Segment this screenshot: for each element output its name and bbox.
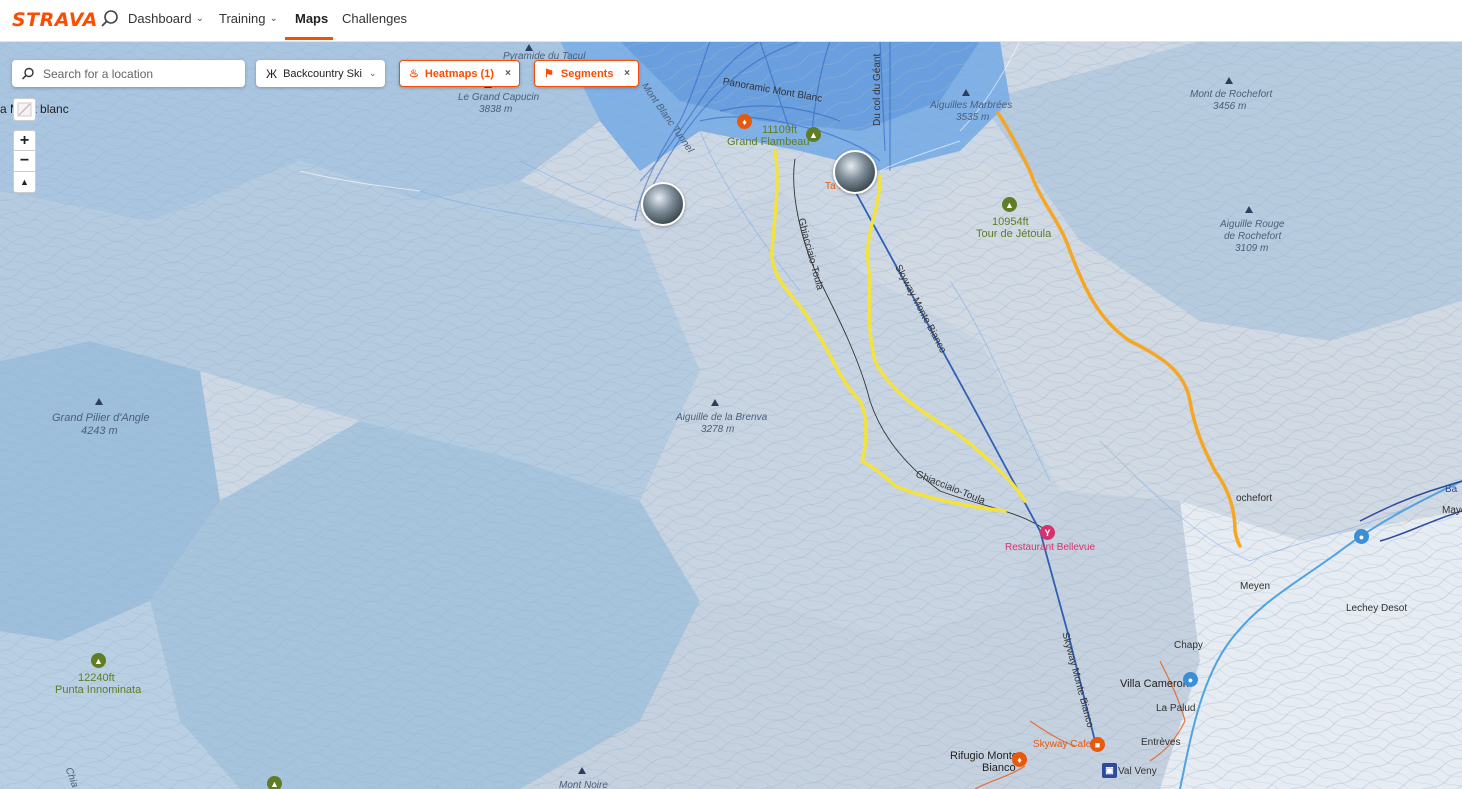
place-label-col-geant: Du col du Géant <box>872 53 883 126</box>
place-label-rochefort: ochefort <box>1236 493 1273 504</box>
elevation-punta-innominata: 12240ft <box>78 672 115 684</box>
close-icon[interactable]: × <box>624 68 630 79</box>
segments-label: Segments <box>560 67 614 80</box>
poi-label-restaurant-bellevue: Restaurant Bellevue <box>1005 542 1096 553</box>
place-label-entreves: Entrèves <box>1141 737 1181 748</box>
nav-dashboard[interactable]: Dashboard ⌄ <box>128 11 204 26</box>
location-search[interactable] <box>12 60 245 87</box>
place-label-aiguilles-marbrees: Aiguilles Marbrées <box>930 100 1013 111</box>
summit-icon[interactable]: ▲ <box>806 127 821 142</box>
top-navigation: STRAVA Dashboard ⌄ Training ⌄ Maps Chall… <box>0 0 1462 42</box>
peak-icon <box>1245 206 1253 213</box>
place-label-mayen: Mayen <box>1442 505 1462 516</box>
chevron-down-icon: ⌄ <box>195 13 204 24</box>
layers-icon <box>17 102 32 117</box>
cafe-icon[interactable]: ■ <box>1090 737 1105 752</box>
ski-icon: Ж <box>266 66 278 81</box>
elevation-grand-capucin: 3838 m <box>479 104 513 115</box>
hut-icon[interactable]: ♦ <box>737 114 752 129</box>
photo-thumbnail[interactable] <box>641 182 685 226</box>
place-label-meyen: Meyen <box>1240 581 1271 592</box>
peak-icon <box>578 767 586 774</box>
search-input[interactable] <box>41 65 235 82</box>
elevation-aiguille-rouge: 3109 m <box>1235 243 1269 254</box>
place-label-aiguille-rouge: Aiguille Rouge <box>1220 219 1285 230</box>
bus-stop-icon[interactable]: ▣ <box>1102 763 1117 778</box>
water-icon[interactable]: ● <box>1183 672 1198 687</box>
peak-icon <box>95 398 103 405</box>
close-icon[interactable]: × <box>505 68 511 79</box>
water-icon[interactable]: ● <box>1354 529 1369 544</box>
nav-maps-label: Maps <box>295 11 329 26</box>
place-label-villa-cameron: Villa Cameron <box>1120 678 1189 690</box>
nav-challenges[interactable]: Challenges <box>342 11 407 26</box>
place-label-lechey-desot: Lechey Desot <box>1346 603 1408 614</box>
compass-button[interactable]: ▲ <box>13 172 36 193</box>
elevation-grand-pilier: 4243 m <box>81 425 118 437</box>
place-label-de-rochefort: de Rochefort <box>1224 231 1282 242</box>
segments-filter[interactable]: ⚑ Segments × <box>534 60 639 87</box>
place-label-tour-de-jetoula: Tour de Jétoula <box>976 228 1052 240</box>
place-label-mont-noire: Mont Noire <box>559 780 608 789</box>
nav-dashboard-label: Dashboard <box>128 11 192 26</box>
sport-filter-dropdown[interactable]: Ж Backcountry Ski ⌄ <box>256 60 385 87</box>
zoom-in-button[interactable]: + <box>13 130 36 151</box>
poi-label-skyway-cafe: Skyway Cafe <box>1033 739 1092 750</box>
peak-icon <box>1225 77 1233 84</box>
peak-icon <box>525 44 533 51</box>
place-label-punta-innominata: Punta Innominata <box>55 684 142 696</box>
peak-icon <box>711 399 719 406</box>
summit-icon[interactable]: ▲ <box>267 776 282 789</box>
active-tab-indicator <box>285 37 333 40</box>
place-label-chapy: Chapy <box>1174 640 1203 651</box>
sport-filter-label: Backcountry Ski <box>283 67 362 80</box>
heatmap-icon: ♨ <box>409 68 419 80</box>
summit-icon[interactable]: ▲ <box>91 653 106 668</box>
heatmaps-label: Heatmaps (1) <box>424 67 494 80</box>
place-label-rifugio-1: Rifugio Monte <box>950 750 1018 762</box>
heatmaps-filter[interactable]: ♨ Heatmaps (1) × <box>399 60 520 87</box>
strava-logo[interactable]: STRAVA <box>12 9 98 31</box>
search-icon[interactable] <box>100 9 120 29</box>
restaurant-icon[interactable]: Y <box>1040 525 1055 540</box>
nav-training[interactable]: Training ⌄ <box>219 11 278 26</box>
place-label-rifugio-2: Bianco <box>982 762 1016 774</box>
place-label-grand-flambeau: Grand Flambeau <box>727 136 810 148</box>
segment-icon: ⚑ <box>544 68 554 80</box>
chevron-down-icon: ⌄ <box>269 13 278 24</box>
nav-training-label: Training <box>219 11 266 26</box>
map-canvas[interactable]: a Mont blanc Pyramide du Tacul Le Grand … <box>0 41 1462 789</box>
elevation-aiguilles-marbrees: 3535 m <box>956 112 990 123</box>
summit-icon[interactable]: ▲ <box>1002 197 1017 212</box>
place-label-mont-rochefort: Mont de Rochefort <box>1190 89 1273 100</box>
zoom-out-button[interactable]: − <box>13 151 36 172</box>
nav-maps[interactable]: Maps <box>295 11 328 26</box>
place-label-grand-pilier: Grand Pilier d'Angle <box>52 412 150 424</box>
nav-challenges-label: Challenges <box>342 11 408 26</box>
hut-icon[interactable]: ♦ <box>1012 752 1027 767</box>
elevation-aiguille-brenva: 3278 m <box>701 424 735 435</box>
search-icon <box>21 67 34 80</box>
peak-icon <box>962 89 970 96</box>
place-label-val-veny: Val Veny <box>1118 766 1157 777</box>
elevation-jetoula: 10954ft <box>992 216 1029 228</box>
photo-thumbnail[interactable] <box>833 150 877 194</box>
elevation-11109: 11109ft <box>762 124 798 136</box>
chevron-down-icon: ⌄ <box>368 68 377 78</box>
map-style-toggle[interactable] <box>13 98 36 121</box>
place-label-grand-capucin: Le Grand Capucin <box>458 92 540 103</box>
place-label-ba: Ba <box>1445 484 1458 495</box>
place-label-la-palud: La Palud <box>1156 703 1196 714</box>
place-label-aiguille-brenva: Aiguille de la Brenva <box>676 412 768 423</box>
elevation-mont-rochefort: 3456 m <box>1213 101 1247 112</box>
